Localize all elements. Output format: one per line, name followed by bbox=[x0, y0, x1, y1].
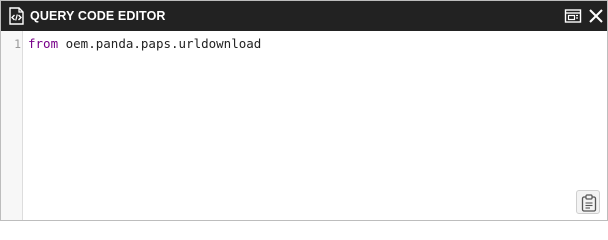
line-number: 1 bbox=[14, 37, 21, 51]
code-keyword: from bbox=[28, 36, 59, 51]
code-line[interactable]: from oem.panda.paps.urldownload bbox=[28, 37, 261, 51]
code-editor[interactable]: 1 from oem.panda.paps.urldownload bbox=[1, 31, 607, 220]
line-number-gutter: 1 bbox=[1, 31, 23, 220]
copy-to-clipboard-button[interactable] bbox=[576, 190, 600, 214]
panel-title: QUERY CODE EDITOR bbox=[30, 9, 166, 23]
close-icon[interactable] bbox=[587, 7, 605, 25]
panel-header: QUERY CODE EDITOR bbox=[1, 1, 607, 31]
query-code-editor-panel: QUERY CODE EDITOR 1 from oem.panda.paps.… bbox=[0, 0, 608, 221]
expand-window-icon[interactable] bbox=[564, 7, 582, 25]
code-text: oem.panda.paps.urldownload bbox=[58, 36, 262, 51]
code-file-icon bbox=[7, 7, 26, 25]
